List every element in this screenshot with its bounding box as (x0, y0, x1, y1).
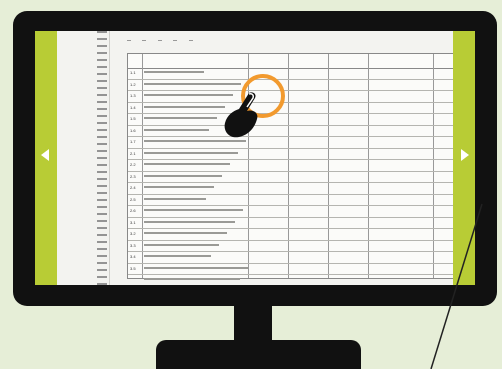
callout-line (430, 203, 483, 369)
